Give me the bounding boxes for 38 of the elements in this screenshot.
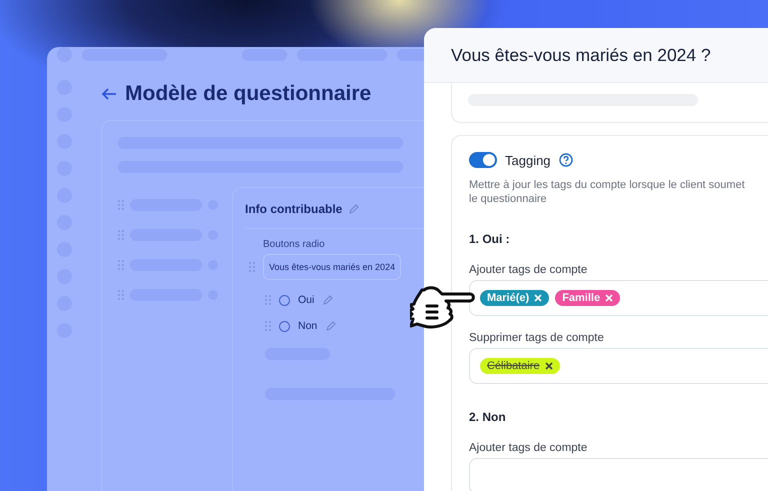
tag-chip[interactable]: Marié(e): [480, 290, 550, 306]
skeleton-dot: [57, 47, 72, 62]
tag-chip[interactable]: Célibataire: [480, 358, 560, 374]
answer-heading: 1. Oui :: [469, 232, 511, 246]
pencil-icon[interactable]: [322, 294, 334, 306]
drag-handle-icon[interactable]: [118, 260, 124, 270]
back-arrow-icon[interactable]: [101, 87, 117, 101]
field-label: Ajouter tags de compte: [469, 264, 588, 276]
help-icon[interactable]: [558, 153, 573, 167]
close-icon[interactable]: [544, 362, 553, 370]
tags-field[interactable]: Célibataire: [469, 348, 768, 384]
drag-handle-icon[interactable]: [118, 200, 124, 210]
panel-title: Vous êtes-vous mariés en 2024 ?: [451, 44, 711, 66]
radio-button[interactable]: [279, 294, 290, 306]
radio-button[interactable]: [279, 320, 290, 332]
skeleton-bar: [242, 48, 287, 60]
tags-field[interactable]: Marié(e) Famille: [469, 280, 768, 316]
field-label: Boutons radio: [263, 239, 326, 250]
drag-handle-icon[interactable]: [118, 230, 124, 240]
answer-heading: 2. Non: [469, 410, 507, 424]
tag-chip[interactable]: Famille: [555, 290, 620, 306]
drag-handle-icon[interactable]: [249, 262, 255, 272]
drag-handle-icon[interactable]: [118, 290, 124, 300]
drag-handle-icon[interactable]: [265, 321, 271, 331]
section-title: Info contribuable: [245, 202, 342, 216]
field-label: Ajouter tags de compte: [469, 442, 588, 454]
page-title: Modèle de questionnaire: [125, 82, 372, 106]
option-label: Oui: [298, 294, 314, 306]
tagging-label: Tagging: [505, 152, 551, 168]
pencil-icon[interactable]: [348, 203, 360, 215]
drag-handle-icon[interactable]: [265, 295, 271, 305]
tags-field[interactable]: [469, 458, 768, 491]
toggle-switch[interactable]: [469, 152, 497, 168]
tagging-description: Mettre à jour les tags du compte lorsque le client soumet le questionnaire: [469, 178, 746, 206]
question-field[interactable]: Vous êtes-vous mariés en 2024: [263, 254, 402, 280]
pencil-icon[interactable]: [325, 320, 338, 332]
field-label: Supprimer tags de compte: [469, 332, 605, 344]
option-label: Non: [298, 320, 318, 332]
